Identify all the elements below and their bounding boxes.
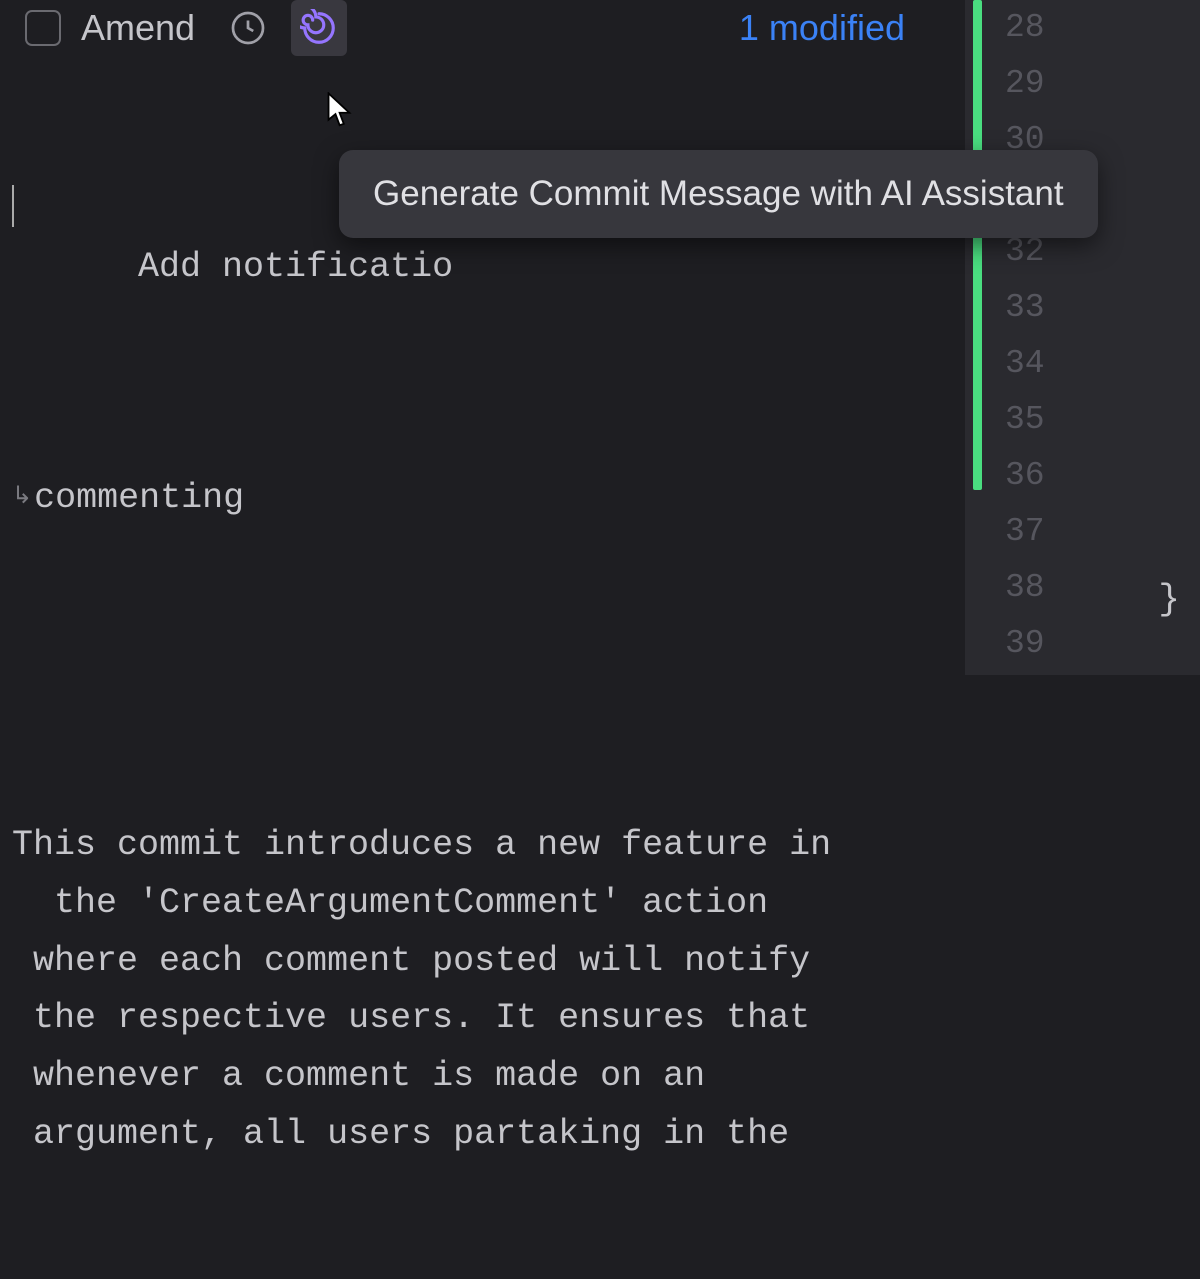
- commit-subject-wrap: ↳commenting: [12, 470, 945, 528]
- change-marker[interactable]: [973, 0, 982, 490]
- amend-checkbox[interactable]: [25, 10, 61, 46]
- line-number: 35: [1005, 392, 1200, 448]
- line-number: 33: [1005, 280, 1200, 336]
- line-number: 29: [1005, 56, 1200, 112]
- line-number: 28: [1005, 0, 1200, 56]
- text-cursor: [12, 185, 14, 227]
- history-button[interactable]: [225, 5, 271, 51]
- line-number: 39: [1005, 616, 1200, 672]
- blank-line: [12, 644, 945, 702]
- commit-panel: Amend 1 modified Add notificatio ↳commen…: [0, 0, 965, 675]
- ai-generate-button[interactable]: [291, 0, 347, 56]
- ai-spiral-icon: [300, 9, 338, 47]
- wrap-indicator-icon: ↳: [12, 478, 32, 518]
- line-numbers: 28 29 30 31 32 33 34 35 36 37 38 39: [965, 0, 1200, 672]
- ai-generate-tooltip: Generate Commit Message with AI Assistan…: [339, 150, 1098, 238]
- editor-gutter: 28 29 30 31 32 33 34 35 36 37 38 39 }: [965, 0, 1200, 675]
- modified-files-link[interactable]: 1 modified: [739, 7, 940, 49]
- commit-subject-text: Add notificatio: [138, 247, 453, 287]
- line-number: 34: [1005, 336, 1200, 392]
- amend-label: Amend: [81, 7, 195, 49]
- line-number: 37: [1005, 504, 1200, 560]
- history-icon: [230, 10, 266, 46]
- commit-toolbar: Amend 1 modified: [0, 0, 965, 56]
- code-brace: }: [1158, 579, 1180, 620]
- commit-body: This commit introduces a new feature in …: [12, 817, 945, 1164]
- line-number: 36: [1005, 448, 1200, 504]
- commit-message-editor[interactable]: Add notificatio ↳commenting This commit …: [0, 66, 965, 1279]
